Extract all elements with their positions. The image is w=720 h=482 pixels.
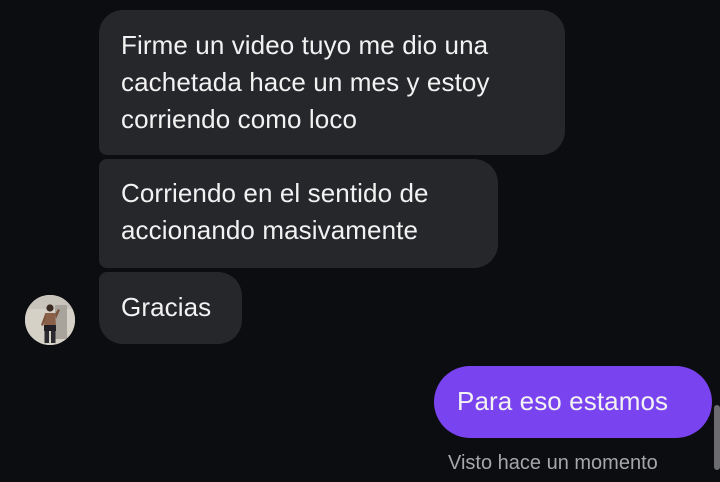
scrollbar-thumb[interactable] (714, 405, 720, 470)
incoming-message-bubble[interactable]: Firme un video tuyo me dio una cachetada… (99, 10, 565, 155)
seen-status: Visto hace un momento (448, 452, 658, 474)
message-line: Firme un video tuyo me dio una (121, 30, 489, 60)
message-text: Para eso estamos (457, 386, 669, 416)
message-line: Gracias (121, 292, 212, 322)
outgoing-message-bubble[interactable]: Para eso estamos (434, 366, 712, 438)
message-line: corriendo como loco (121, 104, 358, 134)
avatar-photo-icon (25, 295, 75, 345)
incoming-message-bubble[interactable]: Corriendo en el sentido de accionando ma… (99, 159, 498, 268)
sender-avatar[interactable] (25, 295, 75, 345)
message-line: accionando masivamente (121, 215, 419, 245)
message-line: Corriendo en el sentido de (121, 178, 429, 208)
incoming-message-bubble[interactable]: Gracias (99, 272, 242, 344)
chat-thread: Firme un video tuyo me dio una cachetada… (0, 0, 720, 482)
message-line: cachetada hace un mes y estoy (121, 67, 490, 97)
